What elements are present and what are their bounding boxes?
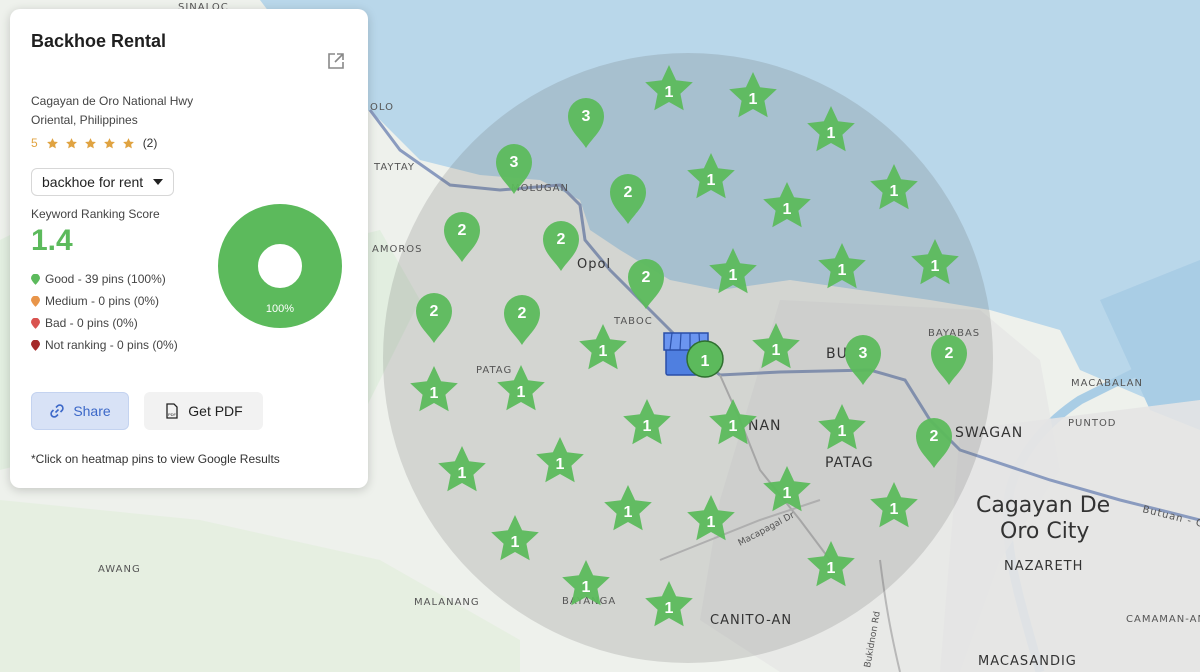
external-link-icon[interactable] xyxy=(326,51,346,71)
pin-rank-label: 1 xyxy=(665,84,674,101)
business-address: Cagayan de Oro National Hwy Oriental, Ph… xyxy=(31,92,347,130)
map-label-patag-east: PATAG xyxy=(825,455,874,471)
pin-rank-label: 1 xyxy=(772,342,781,359)
pin-rank-label: 1 xyxy=(827,125,836,142)
map-label-nazareth: NAZARETH xyxy=(1004,559,1083,574)
pin-rank-label: 1 xyxy=(729,267,738,284)
pin-good-icon xyxy=(31,273,40,285)
pin-rank-label: 1 xyxy=(890,183,899,200)
map-label-camaman-an: CAMAMAN-AN xyxy=(1126,614,1200,625)
star-icon xyxy=(46,137,58,148)
pin-rank-label: 1 xyxy=(517,384,526,401)
rating-row: 5 (2) xyxy=(31,136,347,150)
chevron-down-icon xyxy=(153,179,164,185)
pin-rank-label: 2 xyxy=(430,303,439,320)
business-title: Backhoe Rental xyxy=(31,31,167,51)
pin-rank-label: 2 xyxy=(458,222,467,239)
pin-rank-label: 1 xyxy=(783,201,792,218)
map-label-awang: AWANG xyxy=(98,564,141,575)
pin-rank-label: 1 xyxy=(827,560,836,577)
review-count: (2) xyxy=(142,136,158,150)
share-label: Share xyxy=(73,403,111,419)
star-icon xyxy=(65,137,77,148)
pin-rank-label: 1 xyxy=(783,485,792,502)
pin-rank-label: 2 xyxy=(518,305,527,322)
keyword-selected: backhoe for rent xyxy=(42,174,144,190)
star-icon xyxy=(84,137,96,148)
map-label-city-line1: Cagayan De xyxy=(976,493,1110,518)
pin-rank-label: 1 xyxy=(838,423,847,440)
pin-rank-label: 1 xyxy=(624,504,633,521)
donut-label: 100% xyxy=(266,303,294,315)
map-label-bu: BU xyxy=(826,346,848,362)
pin-rank-label: 3 xyxy=(859,345,868,362)
pin-rank-label: 1 xyxy=(556,456,565,473)
pin-rank-label: 1 xyxy=(582,579,591,596)
pin-rank-label: 1 xyxy=(931,258,940,275)
legend-good-text: Good - 39 pins (100%) xyxy=(45,272,166,286)
map-label-swagan: SWAGAN xyxy=(955,425,1023,441)
pin-rank-label: 2 xyxy=(642,269,651,286)
pin-rank-label: 2 xyxy=(557,231,566,248)
pin-rank-label: 1 xyxy=(749,91,758,108)
pin-rank-label: 1 xyxy=(458,465,467,482)
pin-not-ranking-icon xyxy=(31,339,40,351)
pin-bad-icon xyxy=(31,317,40,329)
map-label-malanang: MALANANG xyxy=(414,597,480,608)
legend-not-ranking: Not ranking - 0 pins (0%) xyxy=(31,334,347,356)
heatmap-footnote: *Click on heatmap pins to view Google Re… xyxy=(31,452,280,466)
map-label-taytay: TAYTAY xyxy=(373,162,415,173)
link-icon xyxy=(50,404,65,418)
svg-text:PDF: PDF xyxy=(168,412,177,417)
pin-rank-label: 1 xyxy=(729,418,738,435)
pin-rank-label: 3 xyxy=(510,154,519,171)
map-label-taboc: TABOC xyxy=(613,316,653,327)
star-icon xyxy=(122,137,134,148)
rating-stars xyxy=(46,137,135,150)
legend-medium-text: Medium - 0 pins (0%) xyxy=(45,294,160,308)
share-button[interactable]: Share xyxy=(31,392,129,430)
ranking-donut-chart: 100% xyxy=(218,204,342,328)
pin-rank-label: 3 xyxy=(582,108,591,125)
pin-rank-label: 2 xyxy=(930,428,939,445)
pin-rank-label: 1 xyxy=(701,353,710,370)
pin-medium-icon xyxy=(31,295,40,307)
legend-not-ranking-text: Not ranking - 0 pins (0%) xyxy=(45,338,178,352)
map-label-opol: Opol xyxy=(577,257,611,272)
map-label-olo: OLO xyxy=(370,102,394,113)
pin-rank-label: 1 xyxy=(430,385,439,402)
pin-rank-label: 2 xyxy=(945,345,954,362)
map-label-puntod: PUNTOD xyxy=(1068,418,1117,429)
pin-rank-label: 1 xyxy=(665,600,674,617)
pin-rank-label: 1 xyxy=(511,534,520,551)
donut-good-segment xyxy=(218,204,342,328)
map-label-amoros: AMOROS xyxy=(372,244,423,255)
map-label-canitoan: CANITO-AN xyxy=(710,613,792,628)
keyword-dropdown[interactable]: backhoe for rent xyxy=(31,168,175,196)
get-pdf-label: Get PDF xyxy=(188,403,243,419)
map-label-nan: NAN xyxy=(748,418,782,434)
pdf-file-icon: PDF xyxy=(166,403,178,419)
pin-rank-label: 1 xyxy=(599,343,608,360)
map-label-macabalan: MACABALAN xyxy=(1071,378,1143,389)
get-pdf-button[interactable]: PDF Get PDF xyxy=(144,392,263,430)
address-line-2: Oriental, Philippines xyxy=(31,113,138,127)
pin-rank-label: 1 xyxy=(890,501,899,518)
rating-value: 5 xyxy=(31,136,38,150)
pin-rank-label: 1 xyxy=(707,172,716,189)
star-icon xyxy=(103,137,115,148)
map-label-city-line2: Oro City xyxy=(1000,519,1089,544)
legend-bad-text: Bad - 0 pins (0%) xyxy=(45,316,138,330)
map-label-macasandig: MACASANDIG xyxy=(978,654,1077,669)
pin-rank-label: 1 xyxy=(838,262,847,279)
address-line-1: Cagayan de Oro National Hwy xyxy=(31,94,194,108)
pin-rank-label: 1 xyxy=(643,418,652,435)
map-label-patag-west: PATAG xyxy=(476,365,512,376)
pin-rank-label: 2 xyxy=(624,184,633,201)
pin-rank-label: 1 xyxy=(707,514,716,531)
business-info-panel: Backhoe Rental Cagayan de Oro National H… xyxy=(10,9,368,488)
